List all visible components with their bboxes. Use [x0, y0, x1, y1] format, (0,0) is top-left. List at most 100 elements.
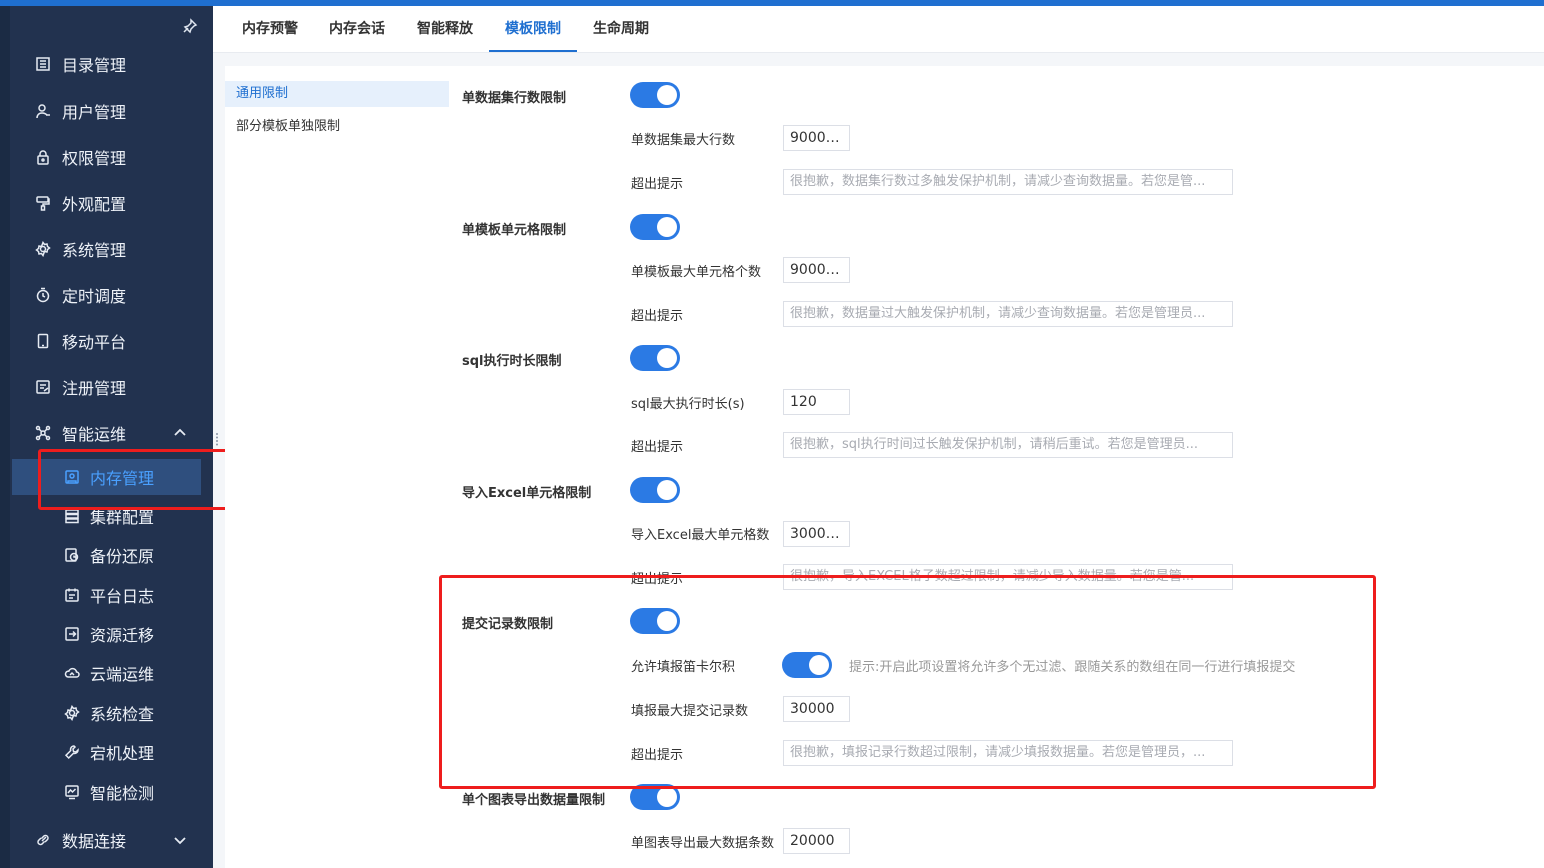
dataset-rows-toggle[interactable] — [630, 82, 680, 108]
field-label: 单图表导出最大数据条数 — [631, 836, 775, 851]
submit-records-tip-input[interactable]: 很抱歉，填报记录行数超过限制，请减少填报数据量。若您是管理员，... — [783, 740, 1233, 766]
field-label: 单数据集最大行数 — [631, 133, 736, 148]
sidebar-subitem-cloud[interactable]: 云端运维 — [10, 655, 213, 691]
sidebar-item-data-connection[interactable]: 数据连接 — [10, 820, 213, 860]
cartesian-hint: 提示:开启此项设置将允许多个无过滤、跟随关系的数组在同一行进行填报提交 — [849, 660, 1296, 675]
catalog-icon — [34, 55, 52, 73]
sql-duration-toggle[interactable] — [630, 345, 680, 371]
timer-icon — [34, 286, 52, 304]
wrench-icon — [63, 743, 81, 761]
section-title: 导入Excel单元格限制 — [462, 486, 592, 501]
section-title: 提交记录数限制 — [462, 617, 554, 632]
ops-icon — [34, 424, 52, 442]
settings-panel: 单数据集行数限制 单数据集最大行数 90000... 超出提示 很抱歉，数据集行… — [451, 66, 1544, 868]
sidebar-item-register[interactable]: 注册管理 — [10, 367, 213, 407]
cloud-icon — [63, 664, 81, 682]
field-label: 填报最大提交记录数 — [631, 704, 749, 719]
sidebar-item-schedule[interactable]: 定时调度 — [10, 275, 213, 315]
tab-lifecycle[interactable]: 生命周期 — [593, 6, 649, 52]
max-chart-export-input[interactable]: 20000 — [783, 828, 850, 854]
sidebar-item-label: 系统管理 — [62, 241, 127, 260]
sidebar-subitem-logs[interactable]: 平台日志 — [10, 577, 213, 613]
paint-roller-icon — [34, 194, 52, 212]
tab-template-limit[interactable]: 模板限制 — [489, 6, 577, 52]
section-title: 单个图表导出数据量限制 — [462, 793, 606, 808]
sidebar-subitem-label: 宕机处理 — [90, 744, 155, 763]
max-dataset-rows-input[interactable]: 90000... — [783, 125, 850, 151]
sidebar-item-catalog[interactable]: 目录管理 — [10, 44, 213, 84]
sidebar-item-permissions[interactable]: 权限管理 — [10, 137, 213, 177]
max-submit-records-input[interactable]: 30000 — [783, 696, 850, 722]
sidebar-item-label: 注册管理 — [62, 379, 127, 398]
sidebar-item-mobile[interactable]: 移动平台 — [10, 321, 213, 361]
tab-memory-session[interactable]: 内存会话 — [329, 6, 385, 52]
sidebar-subitem-downtime[interactable]: 宕机处理 — [10, 734, 213, 770]
tab-memory-alert[interactable]: 内存预警 — [242, 6, 298, 52]
section-title: sql执行时长限制 — [462, 354, 562, 369]
sidebar-item-label: 数据连接 — [62, 832, 127, 851]
sidebar-subitem-label: 系统检查 — [90, 705, 155, 724]
pin-icon[interactable] — [182, 18, 198, 34]
sidebar-subitem-memory[interactable]: 内存管理 — [12, 459, 201, 495]
drag-handle-icon[interactable] — [215, 432, 219, 446]
chevron-up-icon[interactable] — [172, 425, 188, 441]
field-label: 单模板最大单元格个数 — [631, 265, 762, 280]
limit-subnav: 通用限制 部分模板单独限制 — [225, 66, 451, 868]
max-excel-cells-input[interactable]: 300000 — [783, 521, 850, 547]
top-tabs: 内存预警 内存会话 智能释放 模板限制 生命周期 — [213, 6, 1544, 53]
sidebar-subitem-label: 内存管理 — [90, 469, 155, 488]
subnav-general-limit[interactable]: 通用限制 — [225, 81, 449, 107]
mobile-icon — [34, 332, 52, 350]
link-icon — [34, 831, 52, 849]
sql-duration-tip-input[interactable]: 很抱歉，sql执行时间过长触发保护机制，请稍后重试。若您是管理员... — [783, 432, 1233, 458]
lock-icon — [34, 148, 52, 166]
sidebar-item-label: 用户管理 — [62, 103, 127, 122]
chevron-down-icon[interactable] — [172, 832, 188, 848]
excel-import-toggle[interactable] — [630, 477, 680, 503]
check-icon — [63, 704, 81, 722]
dataset-rows-tip-input[interactable]: 很抱歉，数据集行数过多触发保护机制，请减少查询数据量。若您是管... — [783, 169, 1233, 195]
sidebar-item-users[interactable]: 用户管理 — [10, 91, 213, 131]
sidebar-item-smart-ops[interactable]: 智能运维 — [10, 413, 213, 453]
cluster-icon — [63, 507, 81, 525]
template-cells-toggle[interactable] — [630, 214, 680, 240]
backup-icon — [63, 546, 81, 564]
tab-smart-release[interactable]: 智能释放 — [417, 6, 473, 52]
field-label: 超出提示 — [631, 177, 684, 192]
field-label: 允许填报笛卡尔积 — [631, 660, 736, 675]
chart-export-toggle[interactable] — [630, 784, 680, 810]
max-template-cells-input[interactable]: 9000000 — [783, 257, 850, 283]
sidebar-item-label: 目录管理 — [62, 56, 127, 75]
template-cells-tip-input[interactable]: 很抱歉，数据量过大触发保护机制，请减少查询数据量。若您是管理员... — [783, 301, 1233, 327]
submit-records-toggle[interactable] — [630, 608, 680, 634]
max-sql-duration-input[interactable]: 120 — [783, 389, 850, 415]
sidebar-subitem-label: 智能检测 — [90, 784, 155, 803]
sidebar-item-label: 智能运维 — [62, 425, 127, 444]
excel-import-tip-input[interactable]: 很抱歉，导入EXCEL格子数超过限制，请减少导入数据量。若您是管... — [783, 564, 1233, 590]
sidebar-subitem-label: 集群配置 — [90, 508, 155, 527]
sidebar-item-label: 权限管理 — [62, 149, 127, 168]
sidebar-item-appearance[interactable]: 外观配置 — [10, 183, 213, 223]
sidebar-subitem-syscheck[interactable]: 系统检查 — [10, 695, 213, 731]
subnav-template-limit[interactable]: 部分模板单独限制 — [225, 114, 449, 140]
field-label: 超出提示 — [631, 440, 684, 455]
log-icon — [63, 586, 81, 604]
sidebar-subitem-detect[interactable]: 智能检测 — [10, 774, 213, 810]
field-label: 超出提示 — [631, 572, 684, 587]
detect-icon — [63, 783, 81, 801]
sidebar-subitem-cluster[interactable]: 集群配置 — [10, 498, 213, 534]
gear-icon — [34, 240, 52, 258]
sidebar-item-system[interactable]: 系统管理 — [10, 229, 213, 269]
sidebar-subitem-label: 云端运维 — [90, 665, 155, 684]
sidebar-item-label: 定时调度 — [62, 287, 127, 306]
field-label: 导入Excel最大单元格数 — [631, 528, 770, 543]
cartesian-product-toggle[interactable] — [782, 652, 832, 678]
section-title: 单模板单元格限制 — [462, 223, 567, 238]
sidebar-subitem-label: 平台日志 — [90, 587, 155, 606]
migrate-icon — [63, 625, 81, 643]
field-label: 超出提示 — [631, 748, 684, 763]
sidebar-subitem-backup[interactable]: 备份还原 — [10, 537, 213, 573]
sidebar: 目录管理 用户管理 权限管理 外观配置 系统管理 定时调度 移动平台 注册管理 … — [10, 6, 213, 868]
sidebar-subitem-migration[interactable]: 资源迁移 — [10, 616, 213, 652]
field-label: sql最大执行时长(s) — [631, 397, 745, 412]
